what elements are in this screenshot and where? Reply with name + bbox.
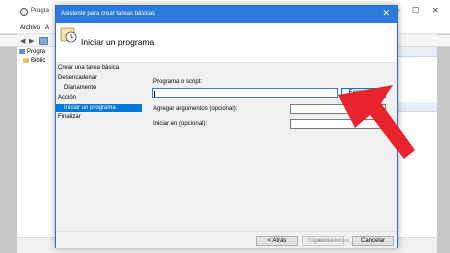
nav-trigger-daily[interactable]: Diariamente [64, 85, 96, 91]
cancel-button[interactable]: Cancelar [352, 236, 394, 246]
back-arrow-icon[interactable]: ◀ [20, 37, 25, 45]
basic-task-wizard-dialog: Asistente para crear tareas básicas ✕ In… [55, 5, 398, 248]
maximize-icon[interactable]: ☐ [412, 7, 419, 15]
back-button[interactable]: < Atrás [256, 236, 298, 246]
program-label: Programa o script: [153, 79, 203, 85]
main-window-title: Progra [31, 8, 50, 14]
nav-create-task[interactable]: Crear una tarea básica [58, 65, 119, 71]
wizard-clock-icon [60, 27, 77, 43]
nav-trigger[interactable]: Desencadenar [58, 75, 97, 81]
dialog-titlebar: Asistente para crear tareas básicas ✕ [56, 6, 397, 23]
tree-item-label: Progra [27, 49, 46, 56]
window-controls: — ☐ ✕ [390, 0, 450, 22]
text-caret [154, 91, 155, 97]
nav-finish[interactable]: Finalizar [58, 114, 81, 120]
clock-icon [20, 8, 28, 16]
nav-action[interactable]: Acción [58, 95, 76, 101]
arguments-label: Agregar argumentos (opcional): [153, 106, 238, 112]
clock-icon [19, 49, 25, 54]
start-in-input[interactable] [290, 119, 386, 129]
nav-start-program[interactable]: Iniciar un programa [56, 104, 142, 112]
right-scrollbar[interactable] [397, 237, 437, 245]
actions-header-2 [397, 102, 437, 112]
actions-pane [397, 47, 437, 237]
console-tree: Progra Biblic [17, 47, 57, 237]
left-scrollbar[interactable] [17, 237, 57, 245]
actions-header [397, 47, 437, 57]
tree-item-label: Biblic [31, 58, 46, 65]
dialog-title: Asistente para crear tareas básicas [61, 11, 156, 17]
browse-button[interactable]: Examinar... [341, 88, 386, 98]
menu-archivo[interactable]: Archivo [20, 25, 40, 31]
folder-icon [23, 58, 29, 63]
page-title: Iniciar un programa [81, 37, 155, 47]
start-in-label: Iniciar en (opcional): [153, 121, 208, 127]
menu-accion[interactable]: A [45, 25, 49, 31]
tree-item-library[interactable]: Biblic [23, 58, 45, 64]
dialog-body: Crear una tarea básica Desencadenar Diar… [56, 63, 397, 231]
close-icon[interactable]: ✕ [432, 7, 439, 15]
close-icon[interactable]: ✕ [382, 9, 390, 18]
arguments-input[interactable] [290, 104, 386, 114]
watermark: xataka windows [314, 238, 350, 244]
tree-item-root[interactable]: Progra [19, 49, 45, 55]
console-tree-icon[interactable] [39, 37, 48, 45]
forward-arrow-icon[interactable]: ▶ [29, 37, 34, 45]
program-input[interactable] [152, 88, 338, 98]
dialog-header: Iniciar un programa [56, 23, 397, 63]
